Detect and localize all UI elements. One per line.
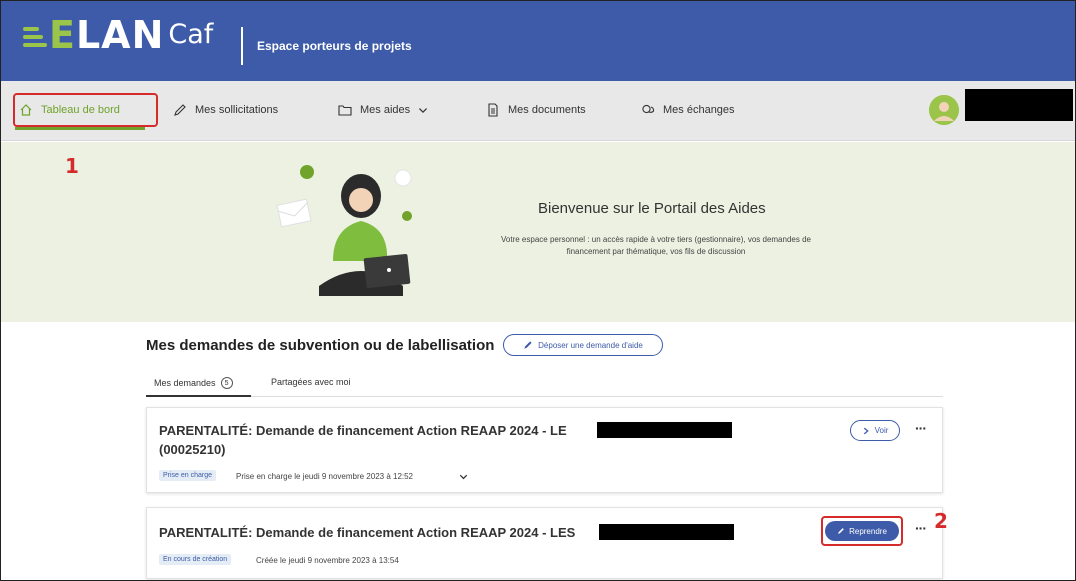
tab-label: Mes demandes bbox=[154, 378, 216, 388]
more-options-icon[interactable]: ··· bbox=[915, 420, 927, 436]
annotation-box-1 bbox=[13, 93, 158, 127]
nav-item-mes-aides[interactable]: Mes aides bbox=[338, 103, 428, 117]
chevron-down-icon bbox=[419, 108, 428, 114]
app-window: ELAN Caf Espace porteurs de projets Tabl… bbox=[0, 0, 1076, 581]
view-button-label: Voir bbox=[874, 426, 889, 435]
request-status-text: Créée le jeudi 9 novembre 2023 à 13:54 bbox=[256, 556, 399, 565]
welcome-description: Votre espace personnel : un accès rapide… bbox=[501, 235, 811, 256]
redacted-request-name bbox=[597, 422, 732, 438]
request-title-line1: PARENTALITÉ: Demande de financement Acti… bbox=[159, 423, 567, 438]
nav-item-mes-echanges[interactable]: Mes échanges bbox=[641, 103, 735, 117]
annotation-marker-2: 2 bbox=[934, 509, 948, 533]
redacted-user-name bbox=[965, 89, 1073, 121]
request-title-line1: PARENTALITÉ: Demande de financement Acti… bbox=[159, 525, 576, 540]
request-card: PARENTALITÉ: Demande de financement Acti… bbox=[146, 507, 943, 579]
requests-tabs: Mes demandes 5 Partagées avec moi bbox=[146, 371, 943, 397]
nav-item-mes-sollicitations[interactable]: Mes sollicitations bbox=[173, 103, 278, 117]
logo-elan-text: ELAN bbox=[49, 13, 165, 57]
status-badge: Prise en charge bbox=[159, 470, 217, 481]
folder-icon bbox=[338, 105, 352, 116]
pencil-icon bbox=[524, 341, 532, 349]
deposit-request-label: Déposer une demande d'aide bbox=[538, 340, 643, 350]
user-avatar[interactable] bbox=[929, 95, 959, 125]
section-title: Mes demandes de subvention ou de labelli… bbox=[146, 337, 495, 354]
elan-caf-logo[interactable]: ELAN Caf bbox=[23, 15, 213, 55]
chevron-down-icon[interactable] bbox=[459, 472, 468, 481]
request-status-text: Prise en charge le jeudi 9 novembre 2023… bbox=[236, 472, 414, 481]
request-title: PARENTALITÉ: Demande de financement Acti… bbox=[159, 421, 567, 459]
welcome-illustration bbox=[276, 165, 412, 296]
nav-label: Mes aides bbox=[360, 104, 411, 116]
request-card: PARENTALITÉ: Demande de financement Acti… bbox=[146, 407, 943, 493]
document-icon bbox=[488, 103, 498, 117]
more-options-icon[interactable]: ··· bbox=[915, 520, 927, 536]
nav-label: Mes échanges bbox=[663, 104, 735, 116]
avatar-illustration bbox=[929, 95, 959, 125]
logo-caf-text: Caf bbox=[168, 19, 214, 50]
header-bar: ELAN Caf Espace porteurs de projets bbox=[1, 1, 1075, 81]
app-title: Espace porteurs de projets bbox=[257, 39, 412, 53]
tab-partagees-avec-moi[interactable]: Partagées avec moi bbox=[271, 377, 351, 387]
chevron-right-icon bbox=[863, 427, 869, 434]
request-reference: (00025210) bbox=[159, 442, 226, 457]
annotation-box-2 bbox=[821, 516, 903, 546]
nav-label: Mes sollicitations bbox=[195, 104, 279, 116]
header-separator bbox=[241, 27, 243, 65]
active-tab-underline bbox=[146, 395, 251, 397]
welcome-title: Bienvenue sur le Portail des Aides bbox=[538, 200, 766, 217]
nav-item-mes-documents[interactable]: Mes documents bbox=[486, 103, 586, 117]
view-button[interactable]: Voir bbox=[850, 420, 900, 441]
redacted-request-name bbox=[599, 524, 734, 540]
welcome-banner: 1 Bienvenue sur le Portail des Aides Vot… bbox=[1, 142, 1075, 322]
status-badge: En cours de création bbox=[159, 554, 232, 565]
request-title: PARENTALITÉ: Demande de financement Acti… bbox=[159, 523, 575, 542]
pencil-icon bbox=[174, 104, 186, 116]
active-tab-underline bbox=[15, 127, 145, 130]
tab-count-badge: 5 bbox=[220, 377, 233, 389]
deposit-request-button[interactable]: Déposer une demande d'aide bbox=[503, 334, 663, 356]
logo-stripes bbox=[23, 27, 47, 47]
chat-icon bbox=[642, 104, 655, 114]
annotation-marker-1: 1 bbox=[65, 154, 79, 178]
tab-label: Partagées avec moi bbox=[271, 377, 351, 387]
main-nav: Tableau de bord Mes sollicitations Mes a… bbox=[1, 81, 1075, 141]
nav-label: Mes documents bbox=[508, 104, 586, 116]
tab-mes-demandes[interactable]: Mes demandes 5 bbox=[154, 377, 233, 389]
